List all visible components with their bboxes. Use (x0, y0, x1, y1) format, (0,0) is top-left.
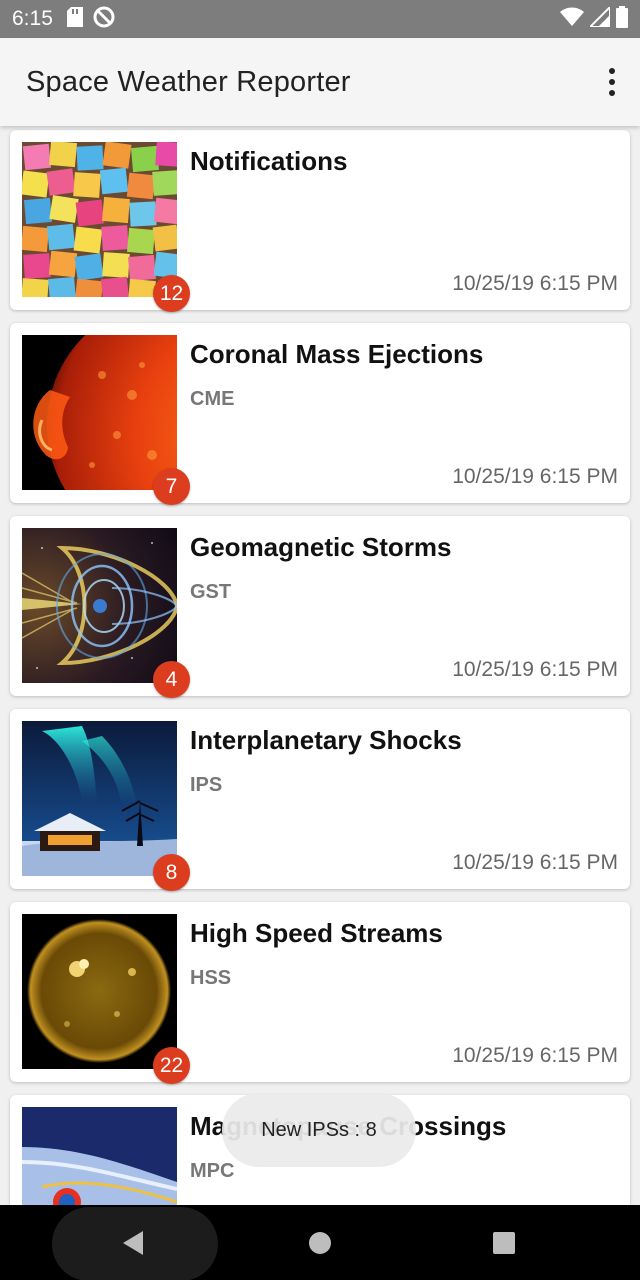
card-title: Interplanetary Shocks (190, 725, 462, 755)
toast-message: New IPSs : 8 (222, 1093, 416, 1167)
card-timestamp: 10/25/19 6:15 PM (452, 658, 618, 681)
signal-icon (587, 4, 611, 32)
magnetopause-image (22, 1107, 177, 1205)
card-timestamp: 10/25/19 6:15 PM (452, 851, 618, 874)
no-disturb-icon (93, 6, 115, 33)
app-title: Space Weather Reporter (26, 65, 351, 98)
count-badge: 12 (153, 275, 190, 312)
wifi-icon (560, 7, 584, 32)
sun-flare-image (22, 335, 177, 490)
list-item-notifications[interactable]: 12 Notifications 10/25/19 6:15 PM (10, 130, 630, 312)
list-item-gst[interactable]: 4 Geomagnetic Storms GST 10/25/19 6:15 P… (10, 516, 630, 698)
sticky-notes-image (22, 142, 177, 297)
card-abbreviation: GST (190, 581, 232, 603)
card-timestamp: 10/25/19 6:15 PM (452, 272, 618, 295)
count-badge: 8 (153, 854, 190, 891)
event-list: 12 Notifications 10/25/19 6:15 PM 7 Coro… (0, 126, 640, 1205)
card-title: Notifications (190, 146, 348, 176)
battery-icon (616, 5, 628, 33)
count-badge: 7 (153, 468, 190, 505)
card-timestamp: 10/25/19 6:15 PM (452, 465, 618, 488)
back-icon[interactable] (110, 1205, 156, 1280)
status-bar: 6:15 (0, 0, 640, 38)
aurora-image (22, 721, 177, 876)
list-item-ips[interactable]: 8 Interplanetary Shocks IPS 10/25/19 6:1… (10, 709, 630, 891)
recents-icon[interactable] (481, 1205, 527, 1280)
list-item-cme[interactable]: 7 Coronal Mass Ejections CME 10/25/19 6:… (10, 323, 630, 505)
app-bar: Space Weather Reporter (0, 38, 640, 126)
card-timestamp: 10/25/19 6:15 PM (452, 1044, 618, 1067)
more-vert-icon[interactable] (598, 62, 626, 102)
card-abbreviation: CME (190, 388, 235, 410)
sd-card-icon (66, 6, 83, 32)
card-abbreviation: IPS (190, 774, 223, 796)
count-badge: 4 (153, 661, 190, 698)
card-title: Coronal Mass Ejections (190, 339, 484, 369)
navigation-bar (0, 1205, 640, 1280)
home-icon[interactable] (298, 1205, 342, 1280)
sun-disk-image (22, 914, 177, 1069)
card-title: High Speed Streams (190, 918, 443, 948)
status-time: 6:15 (12, 7, 53, 30)
count-badge: 22 (153, 1047, 190, 1084)
card-title: Geomagnetic Storms (190, 532, 452, 562)
magnetosphere-image (22, 528, 177, 683)
list-item-hss[interactable]: 22 High Speed Streams HSS 10/25/19 6:15 … (10, 902, 630, 1084)
card-abbreviation: HSS (190, 967, 232, 989)
card-abbreviation: MPC (190, 1160, 235, 1182)
